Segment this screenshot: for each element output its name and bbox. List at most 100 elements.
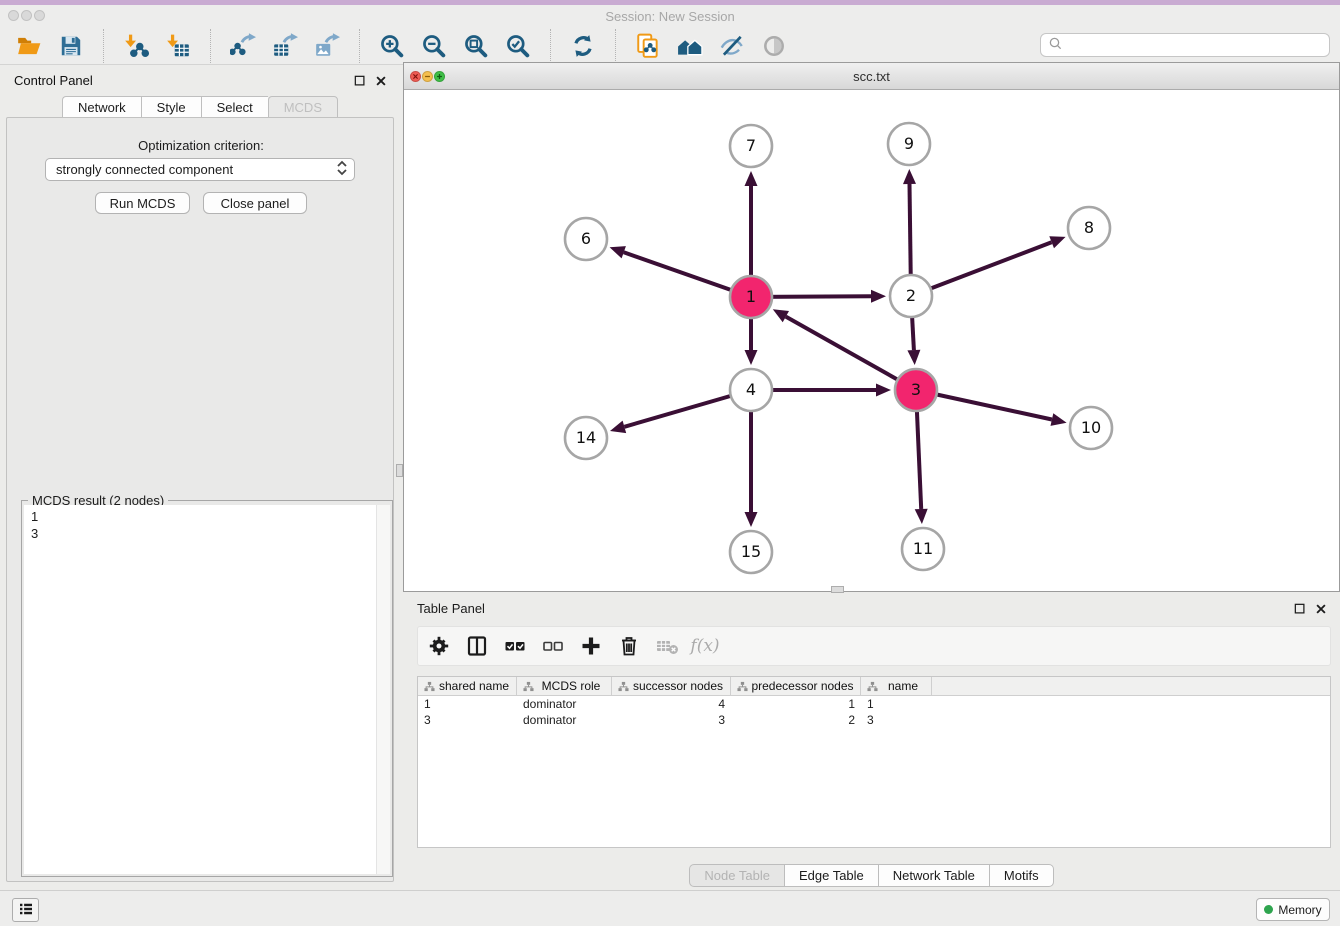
copy-network-icon[interactable] [634, 32, 662, 60]
edge-3-1[interactable] [786, 317, 916, 390]
tab-select[interactable]: Select [201, 96, 268, 118]
table-toolbar: f(x) [417, 626, 1331, 666]
zoom-in-icon[interactable] [378, 32, 406, 60]
toolbar-separator [615, 29, 616, 63]
float-table-panel-icon[interactable] [1292, 601, 1307, 616]
graph-node-3[interactable]: 3 [895, 369, 937, 411]
edge-arrowhead [915, 509, 928, 524]
memory-button[interactable]: Memory [1256, 898, 1330, 921]
export-network-icon[interactable] [229, 32, 257, 60]
graph-node-6[interactable]: 6 [565, 218, 607, 260]
graph-node-10[interactable]: 10 [1070, 407, 1112, 449]
tab-node-table[interactable]: Node Table [689, 864, 784, 887]
task-history-button[interactable] [12, 898, 39, 922]
column-header-name[interactable]: name [861, 677, 932, 695]
node-table-body: 1dominator4113dominator323 [418, 696, 1330, 728]
show-selected-icon[interactable] [760, 32, 788, 60]
column-header-successor-nodes[interactable]: successor nodes [612, 677, 731, 695]
graph-node-4[interactable]: 4 [730, 369, 772, 411]
close-panel-icon[interactable] [373, 73, 388, 88]
deselect-all-icon[interactable] [539, 632, 567, 660]
svg-text:1: 1 [746, 287, 756, 306]
zoom-fit-icon[interactable] [462, 32, 490, 60]
mcds-result-group: MCDS result (2 nodes) 13 [21, 500, 393, 877]
network-window-titlebar[interactable]: scc.txt [404, 63, 1339, 90]
cell-successor-nodes: 3 [612, 712, 731, 728]
search-input[interactable] [1065, 38, 1323, 52]
criterion-dropdown[interactable]: strongly connected component [45, 158, 355, 181]
table-settings-icon[interactable] [425, 632, 453, 660]
graph-node-7[interactable]: 7 [730, 125, 772, 167]
svg-text:10: 10 [1081, 418, 1101, 437]
zoom-selected-icon[interactable] [504, 32, 532, 60]
control-panel-title: Control Panel [14, 73, 93, 88]
mcds-result-lines: 13 [24, 505, 390, 542]
open-folder-icon[interactable] [15, 32, 43, 60]
tab-style[interactable]: Style [141, 96, 201, 118]
graph-node-9[interactable]: 9 [888, 123, 930, 165]
network-view-window: scc.txt 1 2 3 4 6 7 8 9 10 11 14 15 [403, 62, 1340, 592]
toolbar-separator [103, 29, 104, 63]
vertical-splitter-handle[interactable] [396, 464, 403, 477]
search-icon [1047, 35, 1065, 56]
search-field[interactable] [1040, 33, 1330, 57]
graph-node-1[interactable]: 1 [730, 276, 772, 318]
cell-shared-name: 3 [418, 712, 517, 728]
graph-node-8[interactable]: 8 [1068, 207, 1110, 249]
close-table-panel-icon[interactable] [1313, 601, 1328, 616]
import-network-icon[interactable] [122, 32, 150, 60]
export-image-icon[interactable] [313, 32, 341, 60]
svg-text:11: 11 [913, 539, 933, 558]
edge-arrowhead [610, 421, 626, 434]
graph-node-2[interactable]: 2 [890, 275, 932, 317]
zoom-out-icon[interactable] [420, 32, 448, 60]
tab-mcds[interactable]: MCDS [268, 96, 338, 118]
svg-text:9: 9 [904, 134, 914, 153]
refresh-layout-icon[interactable] [569, 32, 597, 60]
tab-edge-table[interactable]: Edge Table [784, 864, 878, 887]
toolbar-separator [210, 29, 211, 63]
result-scrollbar[interactable] [376, 505, 390, 874]
float-panel-icon[interactable] [352, 73, 367, 88]
edge-arrowhead [876, 384, 891, 397]
svg-text:4: 4 [746, 380, 756, 399]
add-column-icon[interactable] [577, 632, 605, 660]
choose-columns-icon[interactable] [463, 632, 491, 660]
edge-2-8[interactable] [911, 242, 1052, 296]
graph-node-11[interactable]: 11 [902, 528, 944, 570]
table-panel-tabs: Node TableEdge TableNetwork TableMotifs [403, 864, 1340, 887]
import-table-icon[interactable] [164, 32, 192, 60]
graph-node-14[interactable]: 14 [565, 417, 607, 459]
toolbar-separator [359, 29, 360, 63]
mcds-panel: Optimization criterion: strongly connect… [6, 117, 394, 882]
table-row[interactable]: 3dominator323 [418, 712, 1330, 728]
table-row[interactable]: 1dominator411 [418, 696, 1330, 712]
delete-column-icon[interactable] [615, 632, 643, 660]
network-canvas[interactable]: 1 2 3 4 6 7 8 9 10 11 14 15 [404, 90, 1339, 591]
hide-selected-icon[interactable] [718, 32, 746, 60]
close-panel-button[interactable]: Close panel [203, 192, 307, 214]
graph-node-15[interactable]: 15 [730, 531, 772, 573]
edge-arrowhead [871, 290, 886, 303]
tab-network-table[interactable]: Network Table [878, 864, 989, 887]
tab-motifs[interactable]: Motifs [989, 864, 1054, 887]
run-mcds-button[interactable]: Run MCDS [95, 192, 190, 214]
svg-text:15: 15 [741, 542, 761, 561]
column-header-MCDS-role[interactable]: MCDS role [517, 677, 612, 695]
svg-text:6: 6 [581, 229, 591, 248]
table-panel-title: Table Panel [417, 601, 485, 616]
edge-arrowhead [1051, 413, 1067, 426]
edge-arrowhead [745, 350, 758, 365]
cell-predecessor-nodes: 1 [731, 696, 861, 712]
export-table-icon[interactable] [271, 32, 299, 60]
horizontal-splitter-handle[interactable] [831, 586, 844, 593]
column-header-shared-name[interactable]: shared name [418, 677, 517, 695]
edge-arrowhead [1049, 236, 1065, 248]
function-builder-icon: f(x) [691, 632, 719, 660]
home-layout-icon[interactable] [676, 32, 704, 60]
column-header-predecessor-nodes[interactable]: predecessor nodes [731, 677, 861, 695]
save-session-icon[interactable] [57, 32, 85, 60]
select-all-icon[interactable] [501, 632, 529, 660]
tab-network[interactable]: Network [62, 96, 141, 118]
cell-name: 1 [861, 696, 932, 712]
